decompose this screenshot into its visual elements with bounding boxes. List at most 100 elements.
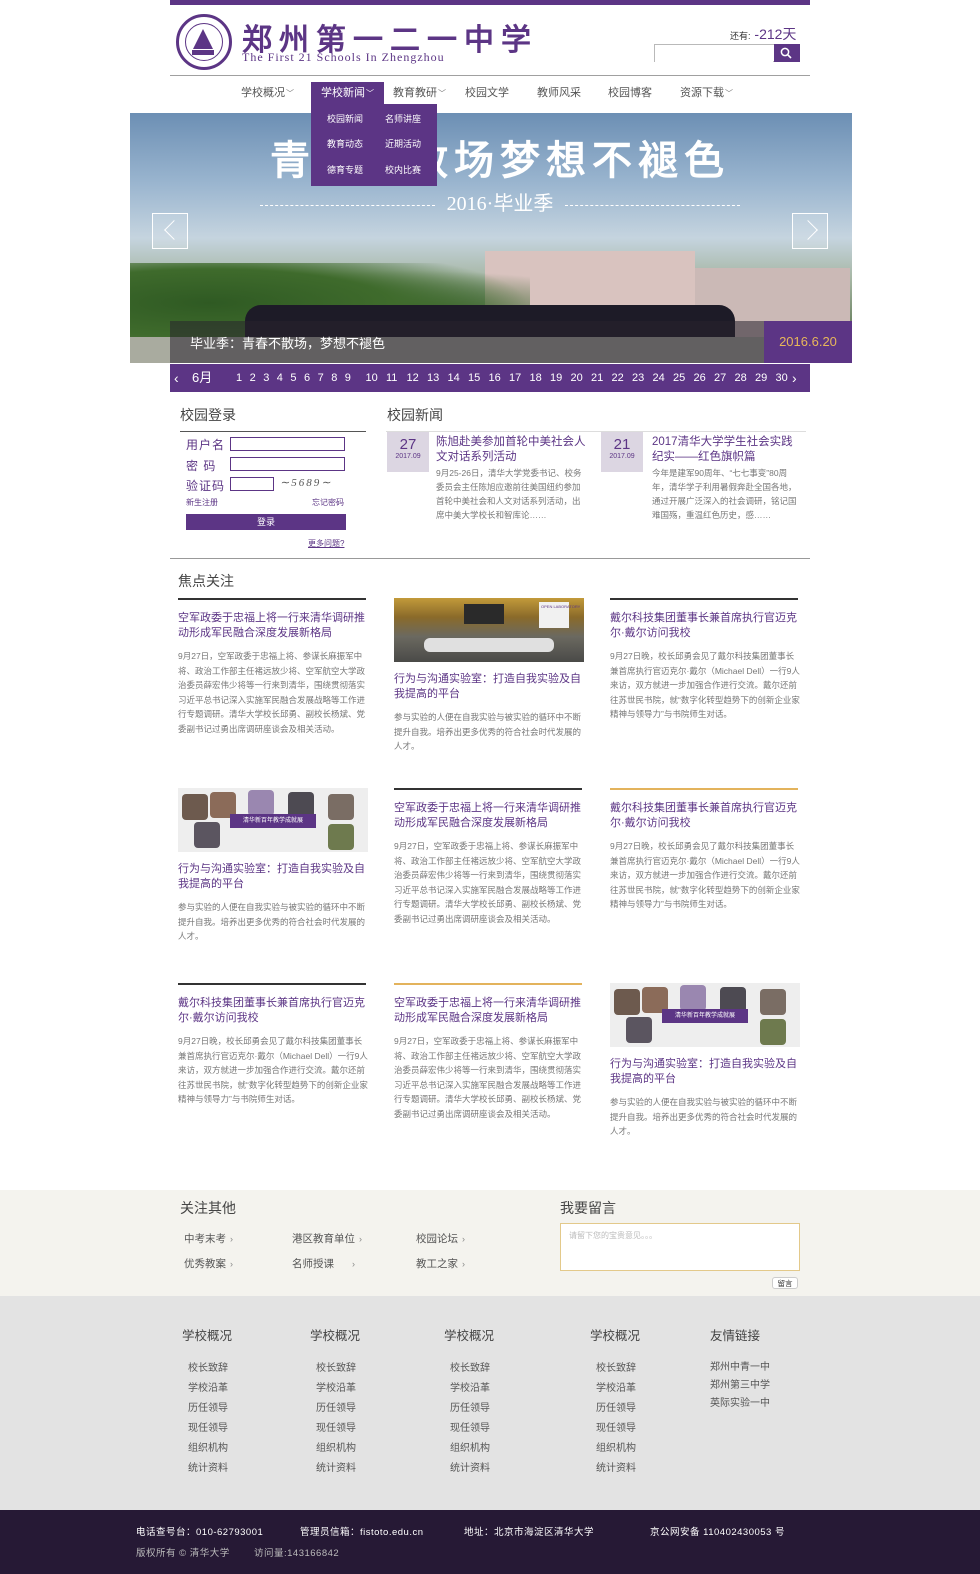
chevron-right-icon[interactable]: › (792, 364, 797, 392)
collage-photo[interactable]: 清华新百年教学成就展 (610, 983, 800, 1047)
day-link[interactable]: 15 (468, 364, 480, 392)
footer-link[interactable]: 郑州中青一中 (710, 1358, 770, 1373)
dropdown-item[interactable]: 德育专题 (327, 163, 363, 176)
card-title[interactable]: 空军政委于忠福上将一行来清华调研推动形成军民融合深度发展新格局 (178, 611, 368, 641)
day-link[interactable]: 22 (612, 364, 624, 392)
follow-link[interactable]: 名师授课 › (292, 1256, 355, 1271)
day-link[interactable]: 5 (290, 364, 296, 392)
footer-link[interactable]: 校长致辞 (188, 1359, 228, 1374)
school-logo[interactable] (176, 14, 232, 70)
footer-link[interactable]: 历任领导 (188, 1399, 228, 1414)
nav-item-about[interactable]: 学校概况﹀ (241, 82, 294, 104)
day-link[interactable]: 21 (591, 364, 603, 392)
news-title[interactable]: 陈旭赴美参加首轮中美社会人文对话系列活动 (436, 435, 586, 465)
nav-item-blog[interactable]: 校园博客 (608, 82, 652, 104)
nav-item-downloads[interactable]: 资源下载﹀ (680, 82, 733, 104)
day-link[interactable]: 19 (550, 364, 562, 392)
captcha-field[interactable] (230, 477, 274, 491)
day-link[interactable]: 29 (755, 364, 767, 392)
nav-item-teachers[interactable]: 教师风采 (537, 82, 581, 104)
banner-prev-button[interactable] (152, 213, 188, 249)
day-link[interactable]: 17 (509, 364, 521, 392)
news-title[interactable]: 2017清华大学学生社会实践纪实——红色旗帜篇 (652, 435, 804, 465)
day-link[interactable]: 16 (489, 364, 501, 392)
card-title[interactable]: 戴尔科技集团董事长兼首席执行官迈克尔·戴尔访问我校 (610, 611, 800, 641)
footer-link[interactable]: 郑州第三中学 (710, 1376, 770, 1391)
day-link[interactable]: 9 (345, 364, 351, 392)
captcha-image[interactable]: ∼5689∼ (280, 476, 332, 490)
day-link[interactable]: 23 (632, 364, 644, 392)
nav-item-teaching[interactable]: 教育教研﹀ (393, 82, 446, 104)
footer-link[interactable]: 组织机构 (188, 1439, 228, 1454)
banner-caption-text[interactable]: 毕业季：青春不散场，梦想不褪色 (190, 333, 385, 352)
day-link[interactable]: 26 (694, 364, 706, 392)
footer-link[interactable]: 组织机构 (316, 1439, 356, 1454)
day-link[interactable]: 24 (653, 364, 665, 392)
follow-link[interactable]: 港区教育单位 › (292, 1231, 362, 1246)
chevron-left-icon[interactable]: ‹ (174, 364, 179, 392)
day-link[interactable]: 25 (673, 364, 685, 392)
card-title[interactable]: 空军政委于忠福上将一行来清华调研推动形成军民融合深度发展新格局 (394, 801, 584, 831)
day-link[interactable]: 3 (263, 364, 269, 392)
day-link[interactable]: 28 (735, 364, 747, 392)
footer-link[interactable]: 历任领导 (596, 1399, 636, 1414)
more-questions-link[interactable]: 更多问题? (308, 538, 344, 549)
footer-link[interactable]: 统计资料 (450, 1459, 490, 1474)
card-title[interactable]: 戴尔科技集团董事长兼首席执行官迈克尔·戴尔访问我校 (610, 801, 800, 831)
day-link[interactable]: 1 (236, 364, 242, 392)
footer-link[interactable]: 学校沿革 (596, 1379, 636, 1394)
collage-photo[interactable]: 清华新百年教学成就展 (178, 788, 368, 852)
dropdown-item[interactable]: 名师讲座 (385, 112, 421, 125)
nav-item-literature[interactable]: 校园文学 (465, 82, 509, 104)
footer-link[interactable]: 现任领导 (596, 1419, 636, 1434)
lab-photo[interactable]: OPEN LABORATORY (394, 598, 584, 662)
footer-link[interactable]: 英际实验一中 (710, 1394, 770, 1409)
message-submit-button[interactable]: 留言 (772, 1277, 798, 1289)
day-link[interactable]: 10 (366, 364, 378, 392)
footer-link[interactable]: 组织机构 (596, 1439, 636, 1454)
forgot-password-link[interactable]: 忘记密码 (312, 497, 344, 508)
footer-link[interactable]: 历任领导 (316, 1399, 356, 1414)
footer-link[interactable]: 学校沿革 (188, 1379, 228, 1394)
day-link[interactable]: 8 (331, 364, 337, 392)
footer-link[interactable]: 现任领导 (188, 1419, 228, 1434)
card-title[interactable]: 空军政委于忠福上将一行来清华调研推动形成军民融合深度发展新格局 (394, 996, 584, 1026)
dropdown-item[interactable]: 校内比赛 (385, 163, 421, 176)
follow-link[interactable]: 中考末考 › (184, 1231, 233, 1246)
email-info[interactable]: 管理员信箱：fistoto.edu.cn (300, 1524, 424, 1538)
password-field[interactable] (230, 457, 345, 471)
footer-link[interactable]: 组织机构 (450, 1439, 490, 1454)
footer-link[interactable]: 校长致辞 (596, 1359, 636, 1374)
login-button[interactable]: 登录 (186, 514, 346, 530)
footer-link[interactable]: 统计资料 (188, 1459, 228, 1474)
footer-link[interactable]: 现任领导 (316, 1419, 356, 1434)
day-link[interactable]: 18 (530, 364, 542, 392)
dropdown-item[interactable]: 近期活动 (385, 137, 421, 150)
day-link[interactable]: 14 (448, 364, 460, 392)
card-title[interactable]: 行为与沟通实验室：打造自我实验及自我提高的平台 (610, 1057, 800, 1087)
day-link[interactable]: 11 (386, 364, 397, 392)
footer-link[interactable]: 统计资料 (596, 1459, 636, 1474)
day-link[interactable]: 12 (407, 364, 419, 392)
follow-link[interactable]: 教工之家 › (416, 1256, 465, 1271)
day-link[interactable]: 6 (304, 364, 310, 392)
day-link[interactable]: 13 (427, 364, 439, 392)
card-title[interactable]: 行为与沟通实验室：打造自我实验及自我提高的平台 (178, 862, 368, 892)
day-link[interactable]: 27 (714, 364, 726, 392)
day-link[interactable]: 2 (250, 364, 256, 392)
day-link[interactable]: 30 (776, 364, 788, 392)
card-title[interactable]: 行为与沟通实验室：打造自我实验及自我提高的平台 (394, 672, 584, 702)
message-textarea[interactable]: 请留下您的宝贵意见。。。 (560, 1223, 800, 1271)
footer-link[interactable]: 校长致辞 (450, 1359, 490, 1374)
footer-link[interactable]: 统计资料 (316, 1459, 356, 1474)
card-title[interactable]: 戴尔科技集团董事长兼首席执行官迈克尔·戴尔访问我校 (178, 996, 368, 1026)
dropdown-item[interactable]: 教育动态 (327, 137, 363, 150)
search-input[interactable] (655, 47, 773, 63)
footer-link[interactable]: 校长致辞 (316, 1359, 356, 1374)
footer-link[interactable]: 历任领导 (450, 1399, 490, 1414)
search-button[interactable] (774, 44, 800, 62)
day-link[interactable]: 20 (571, 364, 583, 392)
register-link[interactable]: 新生注册 (186, 497, 218, 508)
banner-next-button[interactable] (792, 213, 828, 249)
day-link[interactable]: 4 (277, 364, 283, 392)
